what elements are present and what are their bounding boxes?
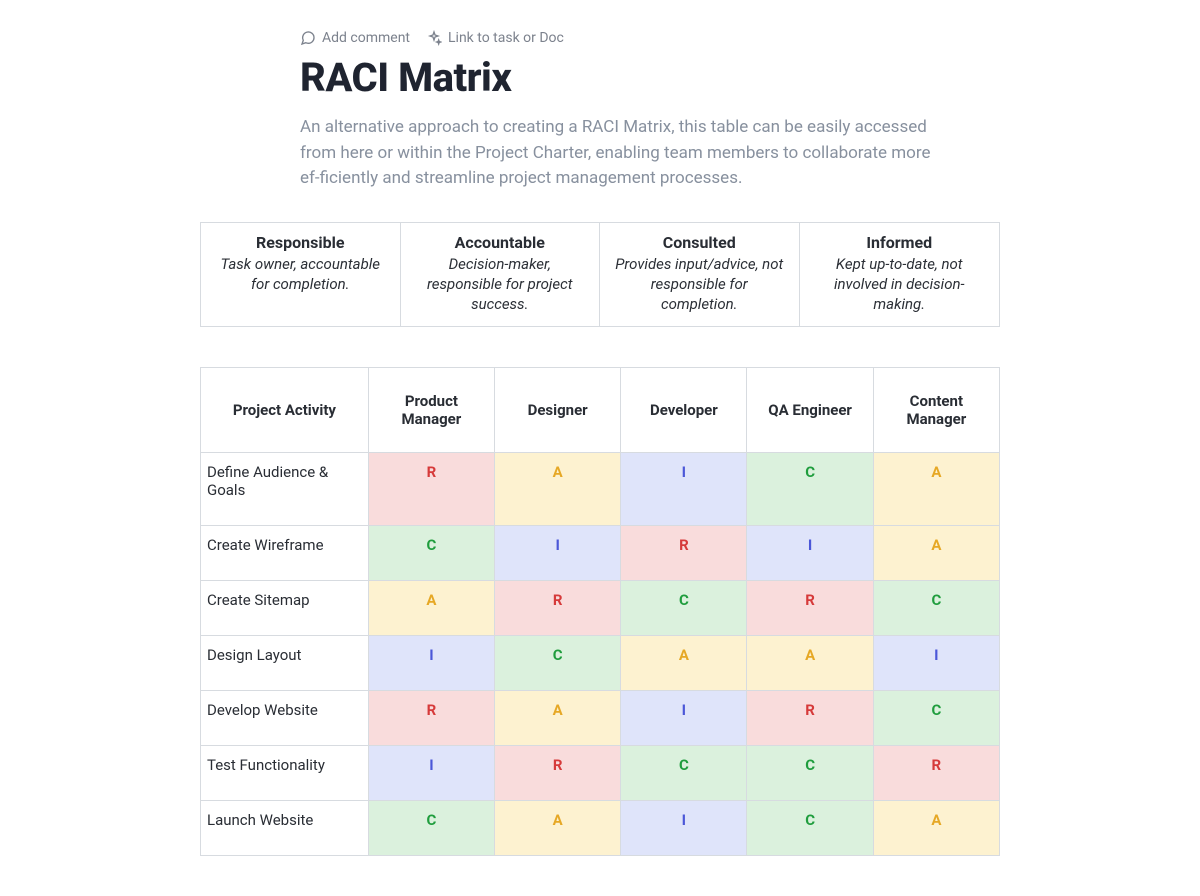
- legend-title: Accountable: [413, 233, 588, 252]
- legend-title: Consulted: [612, 233, 787, 252]
- activity-cell: Develop Website: [201, 691, 369, 746]
- raci-cell: I: [368, 636, 494, 691]
- raci-cell: R: [621, 526, 747, 581]
- intro-text: An alternative approach to creating a RA…: [300, 115, 940, 192]
- legend-cell: Informed Kept up-to-date, not involved in…: [800, 223, 1000, 327]
- raci-cell: C: [873, 581, 999, 636]
- raci-cell: A: [873, 801, 999, 856]
- raci-cell: C: [368, 526, 494, 581]
- column-header: Content Manager: [873, 368, 999, 453]
- link-doc-button[interactable]: Link to task or Doc: [426, 30, 564, 46]
- raci-header-row: Project ActivityProduct ManagerDesignerD…: [201, 368, 1000, 453]
- add-comment-button[interactable]: Add comment: [300, 30, 410, 46]
- page: Add comment Link to task or Doc RACI Mat…: [0, 0, 1200, 896]
- table-row: Design LayoutICAAI: [201, 636, 1000, 691]
- raci-cell: C: [495, 636, 621, 691]
- legend-desc: Task owner, accountable for completion.: [213, 254, 388, 295]
- raci-cell: R: [747, 691, 873, 746]
- raci-cell: A: [368, 581, 494, 636]
- raci-cell: R: [495, 581, 621, 636]
- raci-cell: I: [621, 691, 747, 746]
- column-header: Developer: [621, 368, 747, 453]
- legend-cell: Responsible Task owner, accountable for c…: [201, 223, 401, 327]
- legend-title: Informed: [812, 233, 988, 252]
- raci-cell: I: [873, 636, 999, 691]
- raci-cell: A: [621, 636, 747, 691]
- legend-desc: Provides input/advice, not responsible f…: [612, 254, 787, 315]
- activity-cell: Test Functionality: [201, 746, 369, 801]
- raci-table-wrap: Project ActivityProduct ManagerDesignerD…: [200, 367, 1000, 856]
- raci-cell: C: [621, 581, 747, 636]
- column-header: Product Manager: [368, 368, 494, 453]
- raci-cell: I: [621, 801, 747, 856]
- legend-table: Responsible Task owner, accountable for c…: [200, 222, 1000, 328]
- raci-cell: A: [873, 453, 999, 526]
- activity-cell: Define Audience & Goals: [201, 453, 369, 526]
- raci-cell: A: [873, 526, 999, 581]
- legend-cell: Consulted Provides input/advice, not resp…: [600, 223, 800, 327]
- raci-cell: A: [495, 801, 621, 856]
- raci-cell: I: [747, 526, 873, 581]
- raci-cell: A: [495, 691, 621, 746]
- legend-cell: Accountable Decision-maker, responsible f…: [401, 223, 601, 327]
- legend-desc: Kept up-to-date, not involved in decisio…: [812, 254, 988, 315]
- header-block: Add comment Link to task or Doc RACI Mat…: [300, 30, 940, 192]
- activity-cell: Create Wireframe: [201, 526, 369, 581]
- table-row: Launch WebsiteCAICA: [201, 801, 1000, 856]
- legend-title: Responsible: [213, 233, 388, 252]
- table-row: Test FunctionalityIRCCR: [201, 746, 1000, 801]
- raci-cell: C: [747, 453, 873, 526]
- sparkle-icon: [426, 30, 442, 46]
- raci-cell: C: [747, 746, 873, 801]
- doc-actions: Add comment Link to task or Doc: [300, 30, 940, 46]
- activity-cell: Launch Website: [201, 801, 369, 856]
- raci-cell: A: [495, 453, 621, 526]
- link-doc-label: Link to task or Doc: [448, 30, 564, 46]
- raci-cell: C: [873, 691, 999, 746]
- raci-cell: I: [495, 526, 621, 581]
- raci-cell: R: [368, 453, 494, 526]
- raci-cell: I: [621, 453, 747, 526]
- column-header: Designer: [495, 368, 621, 453]
- activity-cell: Create Sitemap: [201, 581, 369, 636]
- raci-cell: R: [368, 691, 494, 746]
- legend-desc: Decision-maker, responsible for project …: [413, 254, 588, 315]
- raci-cell: R: [495, 746, 621, 801]
- column-header: QA Engineer: [747, 368, 873, 453]
- raci-table: Project ActivityProduct ManagerDesignerD…: [200, 367, 1000, 856]
- raci-cell: C: [368, 801, 494, 856]
- table-row: Develop WebsiteRAIRC: [201, 691, 1000, 746]
- raci-cell: C: [621, 746, 747, 801]
- raci-cell: A: [747, 636, 873, 691]
- comment-icon: [300, 30, 316, 46]
- table-row: Create SitemapARCRC: [201, 581, 1000, 636]
- table-row: Define Audience & GoalsRAICA: [201, 453, 1000, 526]
- activity-cell: Design Layout: [201, 636, 369, 691]
- table-row: Create WireframeCIRIA: [201, 526, 1000, 581]
- raci-cell: C: [747, 801, 873, 856]
- raci-cell: I: [368, 746, 494, 801]
- add-comment-label: Add comment: [322, 30, 410, 46]
- raci-cell: R: [873, 746, 999, 801]
- column-header: Project Activity: [201, 368, 369, 453]
- raci-cell: R: [747, 581, 873, 636]
- page-title: RACI Matrix: [300, 54, 940, 101]
- raci-body: Define Audience & GoalsRAICACreate Wiref…: [201, 453, 1000, 856]
